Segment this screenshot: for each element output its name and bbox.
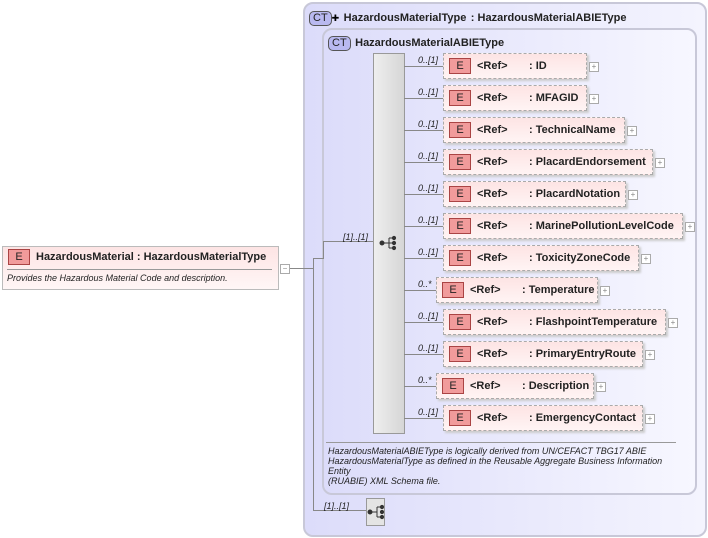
ref-label: <Ref> <box>470 284 501 296</box>
element-ref[interactable]: E <Ref> : PrimaryEntryRoute <box>443 341 643 367</box>
ref-label: <Ref> <box>477 316 508 328</box>
element-ref[interactable]: E <Ref> : Temperature <box>436 277 598 303</box>
root-element-name: HazardousMaterial <box>36 251 134 263</box>
element-badge: E <box>449 314 471 330</box>
element-name: : PlacardEndorsement <box>529 156 646 168</box>
element-name: : PlacardNotation <box>529 188 621 200</box>
element-cardinality: 0..[1] <box>418 183 439 193</box>
element-badge: E <box>449 346 471 362</box>
ct-badge: CT <box>328 36 351 51</box>
doc-line: Entity <box>328 466 351 476</box>
element-ref[interactable]: E <Ref> : ID <box>443 53 587 79</box>
element-ref[interactable]: E <Ref> : Description <box>436 373 594 399</box>
element-badge: E <box>449 90 471 106</box>
doc-line: (RUABIE) XML Schema file. <box>328 476 441 486</box>
element-badge: E <box>8 249 30 265</box>
element-badge: E <box>449 218 471 234</box>
inner-type-name: HazardousMaterialABIEType <box>355 37 505 49</box>
element-name: : PrimaryEntryRoute <box>529 348 636 360</box>
doc-line: HazardousMaterialType as defined in the … <box>328 456 663 466</box>
ref-label: <Ref> <box>477 188 508 200</box>
collapse-button[interactable]: − <box>280 264 290 274</box>
expand-button[interactable]: + <box>628 190 638 200</box>
ref-label: <Ref> <box>477 220 508 232</box>
element-name: : EmergencyContact <box>529 412 636 424</box>
element-cardinality: 0..[1] <box>418 151 439 161</box>
expand-button[interactable]: + <box>668 318 678 328</box>
root-doc: Provides the Hazardous Material Code and… <box>7 273 228 283</box>
ref-label: <Ref> <box>477 60 508 72</box>
element-badge: E <box>442 378 464 394</box>
element-cardinality: 0..[1] <box>418 247 439 257</box>
element-ref[interactable]: E <Ref> : ToxicityZoneCode <box>443 245 639 271</box>
ref-label: <Ref> <box>477 348 508 360</box>
outer-header: CT ✚ HazardousMaterialType : HazardousMat… <box>309 8 626 26</box>
element-cardinality: 0..[1] <box>418 343 439 353</box>
element-name: : MFAGID <box>529 92 579 104</box>
element-cardinality: 0..[1] <box>418 215 439 225</box>
expand-button[interactable]: + <box>600 286 610 296</box>
ct-badge: CT <box>309 11 332 26</box>
element-cardinality: 0..* <box>418 375 432 385</box>
element-badge: E <box>442 282 464 298</box>
element-ref[interactable]: E <Ref> : PlacardEndorsement <box>443 149 653 175</box>
element-name: : TechnicalName <box>529 124 616 136</box>
sequence-compositor[interactable] <box>373 53 405 434</box>
element-name: : FlashpointTemperature <box>529 316 658 328</box>
root-element-type: : HazardousMaterialType <box>136 251 267 263</box>
sequence-compositor-collapsed[interactable] <box>366 498 385 526</box>
ref-label: <Ref> <box>477 252 508 264</box>
element-ref[interactable]: E <Ref> : PlacardNotation <box>443 181 626 207</box>
element-ref[interactable]: E <Ref> : TechnicalName <box>443 117 625 143</box>
element-name: : MarinePollutionLevelCode <box>529 220 674 232</box>
outer-base-type: : HazardousMaterialABIEType <box>470 12 627 24</box>
expand-button[interactable]: + <box>645 414 655 424</box>
root-element[interactable]: E HazardousMaterial : HazardousMaterialT… <box>2 246 279 290</box>
element-ref[interactable]: E <Ref> : FlashpointTemperature <box>443 309 666 335</box>
element-cardinality: 0..[1] <box>418 55 439 65</box>
element-name: : ToxicityZoneCode <box>529 252 631 264</box>
element-badge: E <box>449 250 471 266</box>
expand-button[interactable]: + <box>641 254 651 264</box>
expand-button[interactable]: + <box>655 158 665 168</box>
inner-doc: HazardousMaterialABIEType is logically d… <box>328 446 678 486</box>
element-cardinality: 0..[1] <box>418 311 439 321</box>
expand-button[interactable]: + <box>685 222 695 232</box>
ref-label: <Ref> <box>470 380 501 392</box>
element-badge: E <box>449 58 471 74</box>
element-name: : ID <box>529 60 547 72</box>
doc-line: HazardousMaterialABIEType is logically d… <box>328 446 647 456</box>
element-badge: E <box>449 154 471 170</box>
sequence2-cardinality: [1]..[1] <box>324 501 350 511</box>
expand-button[interactable]: + <box>627 126 637 136</box>
expand-button[interactable]: + <box>589 94 599 104</box>
element-cardinality: 0..[1] <box>418 119 439 129</box>
element-cardinality: 0..[1] <box>418 407 439 417</box>
ref-label: <Ref> <box>477 156 508 168</box>
element-ref[interactable]: E <Ref> : MarinePollutionLevelCode <box>443 213 683 239</box>
inner-header: CT HazardousMaterialABIEType <box>328 33 504 51</box>
expand-icon: ✚ <box>331 13 340 23</box>
outer-type-name: HazardousMaterialType <box>343 12 467 24</box>
expand-button[interactable]: + <box>596 382 606 392</box>
ref-label: <Ref> <box>477 412 508 424</box>
element-name: : Temperature <box>522 284 595 296</box>
ref-label: <Ref> <box>477 124 508 136</box>
element-ref[interactable]: E <Ref> : EmergencyContact <box>443 405 643 431</box>
expand-button[interactable]: + <box>589 62 599 72</box>
element-cardinality: 0..[1] <box>418 87 439 97</box>
expand-button[interactable]: + <box>645 350 655 360</box>
element-badge: E <box>449 186 471 202</box>
element-name: : Description <box>522 380 590 392</box>
element-cardinality: 0..* <box>418 279 432 289</box>
element-ref[interactable]: E <Ref> : MFAGID <box>443 85 587 111</box>
ref-label: <Ref> <box>477 92 508 104</box>
element-badge: E <box>449 410 471 426</box>
element-badge: E <box>449 122 471 138</box>
sequence-cardinality: [1]..[1] <box>343 232 369 242</box>
